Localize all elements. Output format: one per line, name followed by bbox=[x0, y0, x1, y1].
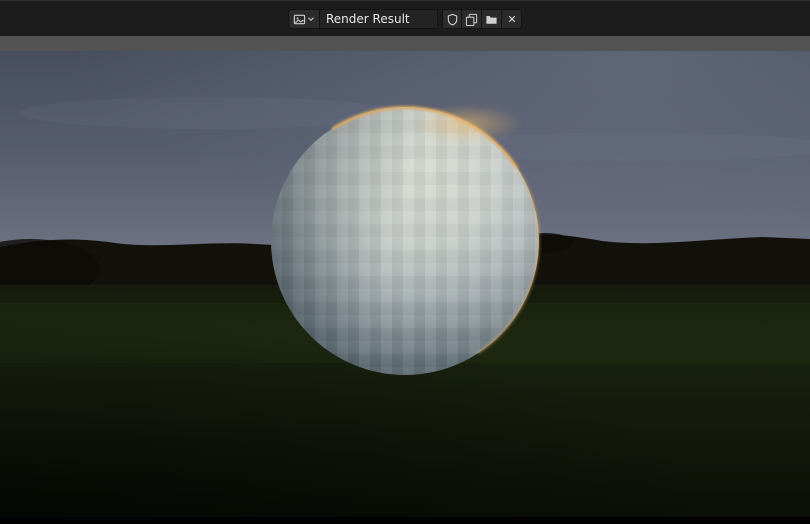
image-editor-header: Render Result bbox=[0, 0, 810, 36]
image-datablock-selector: Render Result bbox=[288, 9, 522, 29]
image-icon bbox=[293, 13, 306, 26]
header-spacer-strip bbox=[0, 36, 810, 51]
close-icon bbox=[506, 13, 518, 25]
chevron-down-icon bbox=[307, 15, 315, 23]
render-result-viewport[interactable] bbox=[0, 51, 810, 517]
shield-icon bbox=[446, 13, 459, 26]
image-editor-window: Render Result bbox=[0, 0, 810, 524]
image-name-field[interactable]: Render Result bbox=[320, 9, 438, 29]
unlink-button[interactable] bbox=[502, 9, 522, 29]
bottom-edge bbox=[0, 517, 810, 524]
folder-icon bbox=[485, 13, 498, 26]
new-image-button[interactable] bbox=[462, 9, 482, 29]
rendered-sphere bbox=[271, 107, 539, 375]
duplicate-icon bbox=[465, 13, 478, 26]
image-type-dropdown[interactable] bbox=[288, 9, 320, 29]
fake-user-toggle[interactable] bbox=[442, 9, 462, 29]
open-image-button[interactable] bbox=[482, 9, 502, 29]
